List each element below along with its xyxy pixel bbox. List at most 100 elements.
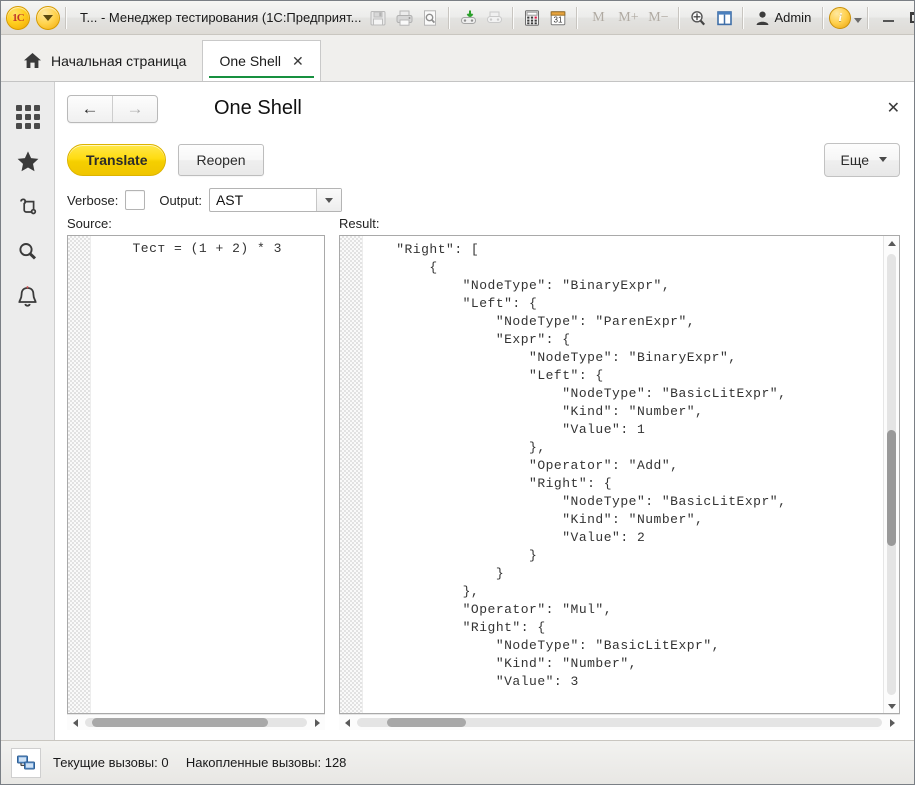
calendar-icon[interactable]: 31: [545, 6, 571, 30]
toolbar-separator: [822, 6, 825, 29]
toolbar-separator: [742, 6, 745, 29]
bell-icon: [18, 285, 37, 307]
body-region: ← → One Shell ✕ Translate Reopen Еще Ver…: [1, 82, 914, 740]
tab-home-page[interactable]: Начальная страница: [9, 40, 202, 81]
source-text[interactable]: Тест = (1 + 2) * 3: [91, 236, 324, 713]
status-text: Текущие вызовы: 0 Накопленные вызовы: 12…: [53, 755, 346, 770]
sidebar-item-all-functions[interactable]: [1, 94, 55, 139]
result-label: Result:: [339, 216, 380, 231]
chevron-down-icon[interactable]: [854, 18, 863, 23]
source-pane: Source: Тест = (1 + 2) * 3: [67, 216, 325, 730]
output-select-arrow[interactable]: [315, 189, 341, 211]
result-vscrollbar[interactable]: [883, 236, 899, 713]
scroll-right-button[interactable]: [309, 718, 325, 727]
source-hscrollbar[interactable]: [67, 714, 325, 730]
app-logo-icon: 1С: [6, 5, 30, 30]
title-bar: 1С T... - Менеджер тестирования (1С:Пред…: [1, 1, 914, 35]
options-row: Verbose: Output: AST: [55, 184, 914, 216]
output-select[interactable]: AST: [208, 188, 342, 212]
minimize-icon: [882, 20, 894, 22]
title-toolbar: 31 M M+ M−: [365, 6, 749, 30]
result-text[interactable]: "Right": [ { "NodeType": "BinaryExpr", "…: [363, 236, 883, 713]
search-icon: [18, 243, 36, 260]
sidebar-item-notifications[interactable]: [1, 274, 55, 319]
form-header: ← → One Shell ✕: [55, 82, 914, 135]
user-indicator[interactable]: Admin: [749, 10, 817, 26]
source-hscroll-thumb[interactable]: [92, 718, 269, 727]
result-hscroll-thumb[interactable]: [386, 718, 467, 727]
verbose-label: Verbose:: [67, 192, 119, 208]
minimize-button[interactable]: [874, 5, 902, 31]
memory-button-m[interactable]: M: [583, 6, 613, 30]
forward-button[interactable]: →: [112, 95, 157, 122]
arrow-down-icon: [887, 703, 896, 709]
total-calls-label: Накопленные вызовы:: [185, 755, 322, 770]
verbose-checkbox[interactable]: [125, 190, 146, 210]
save-icon[interactable]: [365, 6, 391, 30]
link-disabled-icon: [481, 6, 507, 30]
toolbar-separator: [867, 6, 870, 29]
form-content: ← → One Shell ✕ Translate Reopen Еще Ver…: [55, 82, 914, 740]
apps-grid-icon: [15, 104, 40, 129]
scroll-up-button[interactable]: [884, 236, 899, 250]
left-sidebar: [1, 82, 55, 740]
result-editor-wrap: "Right": [ { "NodeType": "BinaryExpr", "…: [339, 235, 900, 730]
result-hscrollbar[interactable]: [339, 714, 900, 730]
scroll-right-button[interactable]: [884, 718, 900, 727]
history-icon: [20, 198, 37, 215]
info-icon[interactable]: i: [829, 6, 852, 29]
svg-text:31: 31: [554, 15, 563, 24]
navigation-buttons: ← →: [67, 94, 158, 123]
current-calls-value: 0: [161, 755, 169, 770]
user-name-label: Admin: [774, 10, 812, 25]
result-hscroll-track[interactable]: [355, 715, 884, 730]
close-form-button[interactable]: ✕: [887, 100, 900, 117]
sidebar-item-history[interactable]: [1, 184, 55, 229]
window-title: T... - Менеджер тестирования (1С:Предпри…: [80, 10, 362, 25]
memory-button-m-minus[interactable]: M−: [643, 6, 673, 30]
star-icon: [17, 151, 38, 172]
result-gutter: [340, 236, 363, 713]
memory-button-m-plus[interactable]: M+: [613, 6, 643, 30]
maximize-button[interactable]: [902, 5, 914, 31]
status-bar: Текущие вызовы: 0 Накопленные вызовы: 12…: [1, 740, 914, 784]
print-icon[interactable]: [391, 6, 417, 30]
total-calls-value: 128: [324, 755, 347, 770]
result-vscroll-track[interactable]: [884, 250, 899, 699]
tab-strip: Начальная страница One Shell ✕: [1, 35, 914, 82]
tab-label: One Shell: [219, 53, 281, 69]
source-editor-wrap: Тест = (1 + 2) * 3: [67, 235, 325, 730]
output-select-value: AST: [215, 192, 244, 208]
scroll-down-button[interactable]: [884, 699, 899, 713]
arrow-right-icon: [889, 718, 895, 727]
zoom-icon[interactable]: [685, 6, 711, 30]
more-menu-button[interactable]: Еще: [823, 142, 900, 177]
sidebar-item-favorites[interactable]: [1, 139, 55, 184]
arrow-up-icon: [887, 240, 896, 246]
editor-panes: Source: Тест = (1 + 2) * 3 Result: "Righ…: [55, 216, 914, 740]
result-editor[interactable]: "Right": [ { "NodeType": "BinaryExpr", "…: [339, 235, 900, 714]
maximize-icon: [910, 12, 914, 23]
scroll-left-button[interactable]: [339, 718, 355, 727]
tab-close-icon[interactable]: ✕: [292, 54, 304, 68]
print-preview-icon[interactable]: [417, 6, 443, 30]
calculator-icon[interactable]: [519, 6, 545, 30]
source-hscroll-track[interactable]: [83, 715, 309, 730]
home-icon: [24, 53, 41, 68]
toolbar-separator: [678, 6, 681, 29]
main-menu-button[interactable]: [36, 5, 60, 30]
toolbar-separator: [576, 6, 579, 29]
panels-icon[interactable]: [711, 6, 737, 30]
link-active-icon[interactable]: [455, 6, 481, 30]
back-button[interactable]: ←: [68, 96, 112, 122]
source-editor[interactable]: Тест = (1 + 2) * 3: [67, 235, 325, 714]
sidebar-item-search[interactable]: [1, 229, 55, 274]
tab-one-shell[interactable]: One Shell ✕: [202, 40, 321, 81]
arrow-right-icon: [314, 718, 320, 727]
translate-button[interactable]: Translate: [67, 143, 167, 176]
scroll-left-button[interactable]: [67, 718, 83, 727]
reopen-button[interactable]: Reopen: [178, 143, 264, 176]
result-vscroll-thumb[interactable]: [887, 429, 896, 547]
chevron-down-icon: [324, 197, 333, 203]
network-calls-icon[interactable]: [11, 747, 41, 778]
